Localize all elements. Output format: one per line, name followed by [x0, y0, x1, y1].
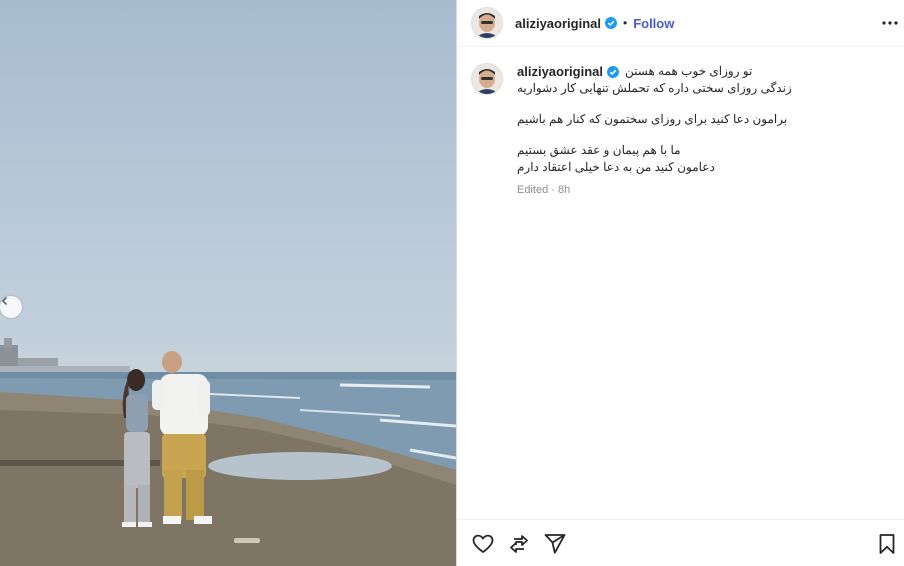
post-side-panel: aliziyaoriginal • Follow aliziyaoriginal… [456, 0, 904, 566]
post-caption: aliziyaoriginal تو روزای خوب همه هستن زن… [457, 47, 904, 199]
like-button[interactable] [471, 532, 495, 556]
comment-button[interactable] [507, 532, 531, 556]
verified-badge-icon [604, 17, 617, 29]
profile-photo-icon [472, 8, 502, 38]
bookmark-icon [879, 534, 895, 554]
share-icon [544, 534, 566, 554]
verified-badge-icon [606, 65, 619, 78]
follow-button[interactable]: Follow [633, 16, 674, 31]
separator-dot: • [622, 16, 628, 30]
post-header: aliziyaoriginal • Follow [457, 0, 904, 47]
post-actions-bar [457, 519, 904, 566]
caption-line: زندگی روزای سختی داره که تحملش تنهایی کا… [517, 81, 792, 95]
comment-icon [510, 535, 528, 553]
caption-meta: Edited · 8h [517, 184, 571, 196]
share-button[interactable] [543, 532, 567, 556]
caption-avatar[interactable] [471, 63, 503, 95]
caption-line: دعامون کنید من به دعا خیلی اعتقاد دارم [517, 160, 715, 174]
carousel-prev-button[interactable] [0, 296, 22, 318]
more-options-icon [882, 21, 898, 25]
heart-icon [472, 534, 494, 553]
post-photo [0, 0, 456, 566]
caption-line: ما با هم پیمان و عقد عشق بستیم [517, 143, 681, 157]
save-button[interactable] [875, 532, 899, 556]
more-options-button[interactable] [879, 14, 901, 32]
profile-photo-icon [472, 64, 502, 94]
caption-line: برامون دعا کنید برای روزای سختمون که کنا… [517, 112, 788, 126]
avatar[interactable] [471, 7, 503, 39]
caption-line: تو روزای خوب همه هستن [624, 64, 753, 78]
chevron-left-icon [1, 296, 8, 306]
beach-scene-image [0, 338, 456, 566]
caption-username[interactable]: aliziyaoriginal [517, 63, 603, 80]
post-username[interactable]: aliziyaoriginal [515, 16, 601, 31]
caption-body: aliziyaoriginal تو روزای خوب همه هستن زن… [517, 63, 891, 199]
